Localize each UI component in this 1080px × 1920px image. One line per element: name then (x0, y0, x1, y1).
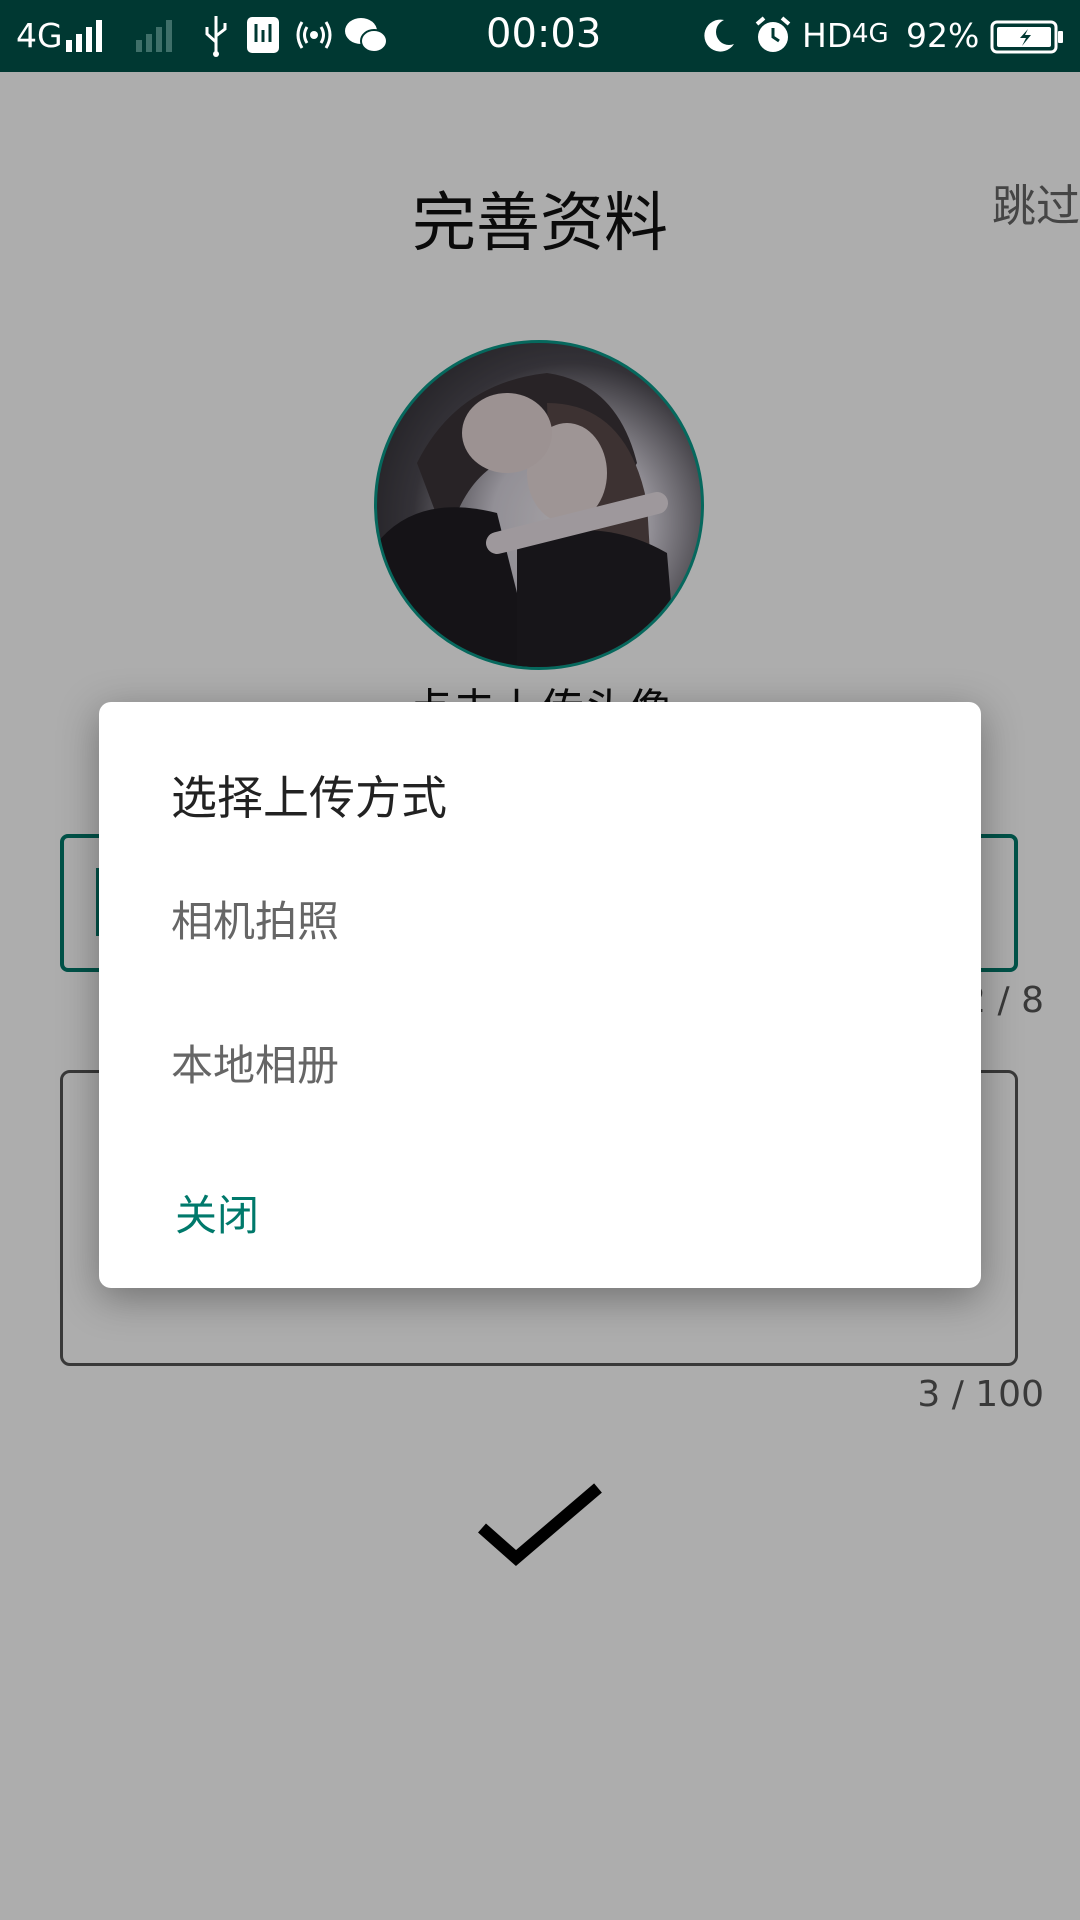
wechat-icon (345, 18, 388, 53)
hotspot-icon (296, 21, 332, 49)
clock: 00:03 (486, 11, 602, 57)
hd-label: HD (802, 16, 853, 55)
signal-weak-icon (136, 20, 172, 52)
network-type-2: 4G (852, 19, 889, 49)
dialog-title: 选择上传方式 (171, 771, 447, 825)
gallery-option[interactable]: 本地相册 (171, 1032, 339, 1093)
close-button[interactable]: 关闭 (175, 1182, 259, 1243)
battery-percent: 92% (906, 16, 980, 55)
do-not-disturb-icon (704, 19, 734, 52)
signal-icon (66, 20, 102, 52)
alarm-icon (755, 16, 791, 52)
upload-method-dialog: 选择上传方式 相机拍照 本地相册 关闭 (99, 702, 981, 1288)
camera-option[interactable]: 相机拍照 (171, 888, 339, 949)
usb-icon (205, 16, 227, 57)
battery-icon (990, 20, 1063, 54)
network-type: 4G (16, 16, 63, 55)
usb-debug-icon (247, 17, 279, 53)
status-bar: 4G 00:03 HD 4G 92% (0, 0, 1080, 72)
